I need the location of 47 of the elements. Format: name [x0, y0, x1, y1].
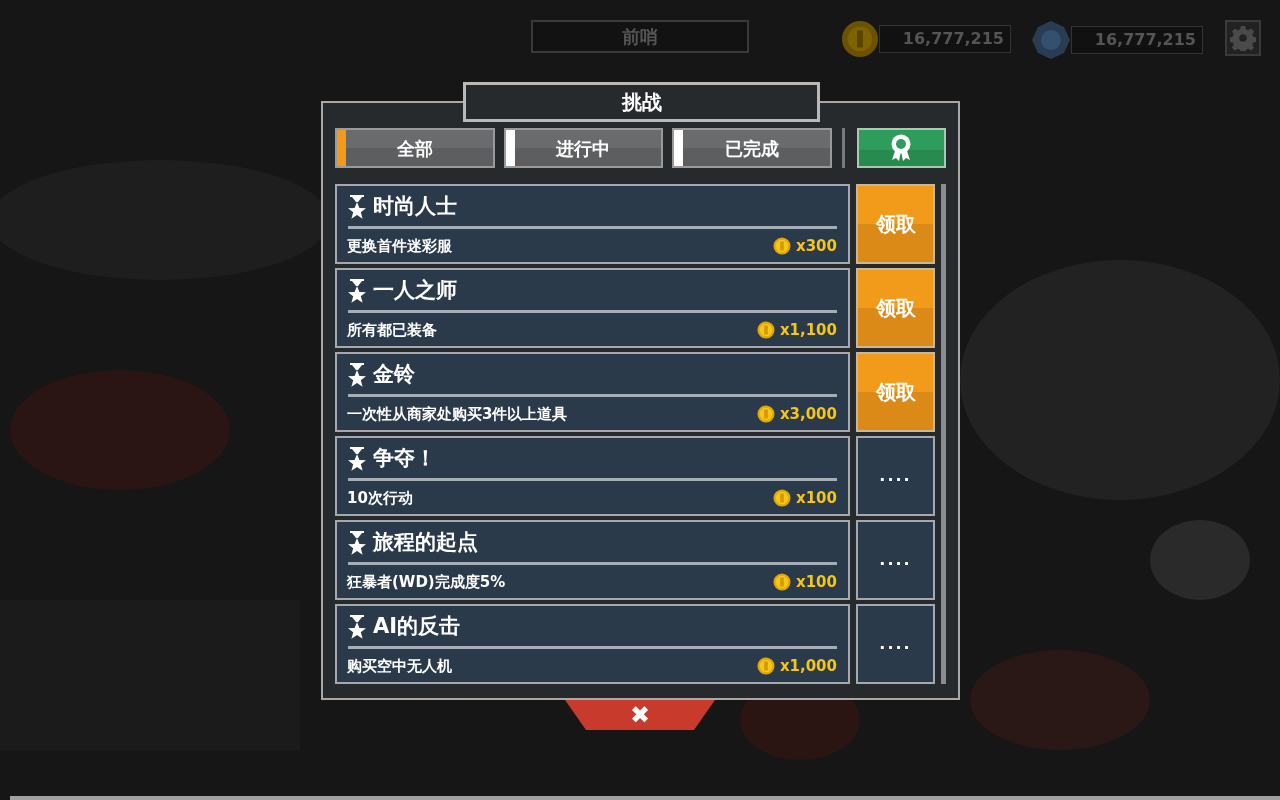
reward-amount: x1,100	[779, 320, 837, 341]
challenge-description: 10次行动	[347, 488, 413, 509]
reward-amount: x300	[796, 236, 837, 257]
challenge-description: 更换首件迷彩服	[347, 236, 452, 257]
pending-button[interactable]: ....	[856, 520, 935, 600]
challenge-description: 所有都已装备	[347, 320, 437, 341]
challenge-title: 时尚人士	[373, 193, 457, 221]
trophy-star-icon	[347, 363, 367, 387]
coin-icon	[756, 321, 775, 340]
rosette-icon	[890, 134, 913, 162]
reward-amount: x100	[796, 488, 837, 509]
scrollbar[interactable]	[941, 184, 946, 684]
trophy-star-icon	[347, 279, 367, 303]
challenge-title: 一人之师	[373, 277, 457, 305]
pending-button[interactable]: ....	[856, 604, 935, 684]
pending-button[interactable]: ....	[856, 436, 935, 516]
location-label: 前哨	[531, 20, 749, 53]
challenge-description: 购买空中无人机	[347, 656, 452, 677]
settings-button[interactable]	[1225, 20, 1261, 56]
filter-tab[interactable]: 进行中	[503, 128, 664, 168]
trophy-star-icon	[347, 615, 367, 639]
coin-icon	[773, 573, 791, 592]
currency-amount: 16,777,215	[1071, 26, 1203, 54]
coin-icon	[773, 489, 791, 508]
challenge-description: 一次性从商家处购买3件以上道具	[347, 404, 568, 425]
coin-icon	[756, 657, 775, 676]
challenge-title: AI的反击	[373, 613, 461, 641]
trophy-star-icon	[347, 447, 367, 471]
settings-icon	[1230, 25, 1256, 51]
coin-icon	[841, 20, 879, 58]
coin-icon	[773, 237, 791, 256]
award-button[interactable]	[856, 128, 946, 168]
reward-amount: x3,000	[779, 404, 837, 425]
filter-tab[interactable]: 全部	[335, 128, 495, 168]
reward-amount: x100	[796, 572, 837, 593]
currency-amount: 16,777,215	[879, 25, 1011, 53]
challenge-title: 争夺！	[373, 445, 436, 473]
reward-amount: x1,000	[779, 656, 837, 677]
trophy-star-icon	[347, 531, 367, 555]
challenge-description: 狂暴者(WD)完成度5%	[347, 572, 506, 593]
challenge-title: 旅程的起点	[373, 529, 478, 557]
filter-tab[interactable]: 已完成	[672, 128, 832, 168]
gem-icon	[1031, 20, 1071, 60]
coin-icon	[756, 405, 775, 424]
trophy-star-icon	[347, 195, 367, 219]
challenge-title: 金铃	[373, 361, 415, 389]
dialog-title: 挑战	[463, 82, 820, 122]
